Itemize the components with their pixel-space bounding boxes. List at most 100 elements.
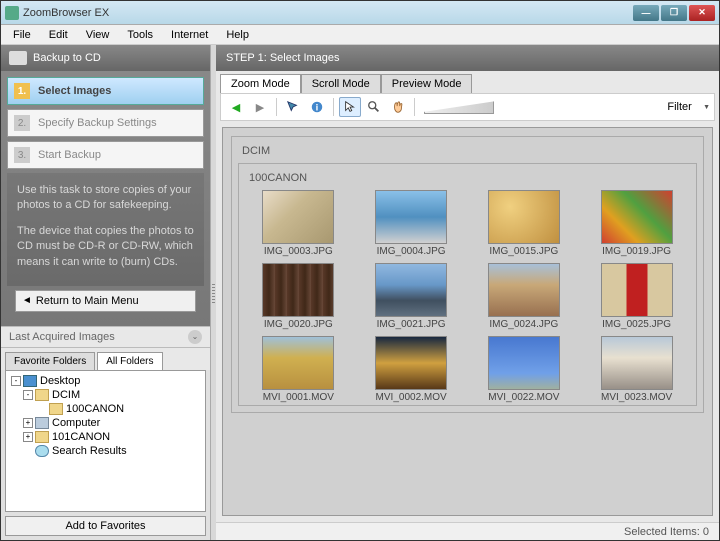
folder-tree[interactable]: -Desktop-DCIM100CANON+Computer+101CANONS… [5, 370, 206, 512]
thumbnail[interactable]: IMG_0004.JPG [358, 190, 465, 257]
menu-internet[interactable]: Internet [163, 27, 216, 43]
thumbnail[interactable]: IMG_0024.JPG [471, 263, 578, 330]
tree-item[interactable]: - DCIM [9, 388, 202, 402]
close-button[interactable]: ✕ [689, 5, 715, 21]
thumbnail[interactable]: IMG_0019.JPG [583, 190, 690, 257]
thumbnail[interactable]: MVI_0002.MOV [358, 336, 465, 403]
step-number: 2. [14, 115, 30, 131]
crumb-100canon[interactable]: 100CANON [245, 170, 690, 186]
thumbnail[interactable]: IMG_0020.JPG [245, 263, 352, 330]
thumbnail-filename: IMG_0021.JPG [377, 319, 446, 330]
hand-tool-button[interactable] [387, 97, 409, 117]
tab-zoom-mode[interactable]: Zoom Mode [220, 74, 301, 93]
separator [276, 98, 277, 116]
thumbnail-image [601, 190, 673, 244]
thumbnail-filename: IMG_0025.JPG [602, 319, 671, 330]
separator [414, 98, 415, 116]
thumbnail-image [375, 263, 447, 317]
step-button-2[interactable]: 2. Specify Backup Settings [7, 109, 204, 137]
breadcrumb: DCIM 100CANON IMG_0003.JPGIMG_0004.JPGIM… [231, 136, 704, 413]
zoom-slider[interactable] [424, 100, 494, 114]
view-tabs: Zoom Mode Scroll Mode Preview Mode [216, 71, 719, 93]
thumbnail-browser[interactable]: DCIM 100CANON IMG_0003.JPGIMG_0004.JPGIM… [222, 127, 713, 516]
tree-item[interactable]: Search Results [9, 444, 202, 458]
menu-view[interactable]: View [78, 27, 118, 43]
thumbnail-image [375, 190, 447, 244]
task-header: Backup to CD [1, 45, 210, 71]
folder-icon [23, 375, 37, 387]
filter-button[interactable]: Filter [667, 97, 689, 117]
return-arrow-icon: ◄ [22, 295, 32, 306]
menu-edit[interactable]: Edit [41, 27, 76, 43]
help-text: Use this task to store copies of your ph… [7, 173, 204, 286]
tree-toggle-icon[interactable]: + [23, 418, 33, 428]
thumbnail[interactable]: MVI_0023.MOV [583, 336, 690, 403]
tree-item[interactable]: +101CANON [9, 430, 202, 444]
window-title: ZoomBrowser EX [23, 7, 633, 19]
menu-tools[interactable]: Tools [119, 27, 161, 43]
tree-item[interactable]: - Desktop [9, 374, 202, 388]
select-tool-button[interactable] [282, 97, 304, 117]
tab-favorite-folders[interactable]: Favorite Folders [5, 352, 95, 370]
step-button-1[interactable]: 1.Select Images [7, 77, 204, 105]
folder-icon [49, 403, 63, 415]
thumbnail-filename: IMG_0019.JPG [602, 246, 671, 257]
folder-icon [35, 431, 49, 443]
step-number: 1. [14, 83, 30, 99]
thumbnail-image [601, 263, 673, 317]
last-acquired-header[interactable]: Last Acquired Images ⌄ [1, 326, 210, 348]
zoom-tool-button[interactable] [363, 97, 385, 117]
cd-icon [9, 51, 27, 65]
tab-preview-mode[interactable]: Preview Mode [381, 74, 473, 93]
help-para-2: The device that copies the photos to CD … [17, 224, 194, 270]
maximize-button[interactable]: ❐ [661, 5, 687, 21]
selected-count: Selected Items: 0 [624, 526, 709, 538]
minimize-button[interactable]: — [633, 5, 659, 21]
pointer-tool-button[interactable] [339, 97, 361, 117]
splitter-grip-icon [212, 283, 215, 303]
step-panel: 1.Select Images 2. Specify Backup Settings… [1, 71, 210, 326]
tree-item[interactable]: 100CANON [9, 402, 202, 416]
thumbnail[interactable]: IMG_0003.JPG [245, 190, 352, 257]
thumbnail-image [488, 190, 560, 244]
thumbnail[interactable]: MVI_0001.MOV [245, 336, 352, 403]
statusbar: Selected Items: 0 [216, 522, 719, 540]
tree-label: 101CANON [52, 431, 110, 443]
dropdown-arrow-icon[interactable]: ▼ [703, 104, 710, 111]
thumbnail[interactable]: MVI_0022.MOV [471, 336, 578, 403]
tree-label: Desktop [40, 375, 80, 387]
thumbnail-filename: IMG_0015.JPG [489, 246, 558, 257]
last-acquired-label: Last Acquired Images [9, 331, 115, 343]
add-to-favorites-button[interactable]: Add to Favorites [5, 516, 206, 536]
window-controls: — ❐ ✕ [633, 5, 715, 21]
step-label: Specify Backup Settings [38, 117, 157, 129]
thumbnail[interactable]: IMG_0021.JPG [358, 263, 465, 330]
tree-toggle-icon[interactable]: - [23, 390, 33, 400]
info-button[interactable]: i [306, 97, 328, 117]
thumbnail-filename: MVI_0001.MOV [263, 392, 334, 403]
tree-item[interactable]: +Computer [9, 416, 202, 430]
tree-label: DCIM [52, 389, 80, 401]
crumb-dcim[interactable]: DCIM [238, 143, 697, 159]
tab-all-folders[interactable]: All Folders [97, 352, 162, 370]
tree-toggle-icon[interactable]: - [11, 376, 21, 386]
titlebar[interactable]: ZoomBrowser EX — ❐ ✕ [1, 1, 719, 25]
tab-scroll-mode[interactable]: Scroll Mode [301, 74, 381, 93]
return-button[interactable]: ◄ Return to Main Menu [15, 290, 196, 312]
tree-toggle-icon[interactable]: + [23, 432, 33, 442]
nav-back-button[interactable]: ◀ [225, 97, 247, 117]
separator [333, 98, 334, 116]
svg-text:i: i [316, 103, 319, 114]
pointer-icon [343, 100, 357, 114]
crumb-inner: 100CANON IMG_0003.JPGIMG_0004.JPG IMG_001… [238, 163, 697, 406]
nav-forward-button[interactable]: ▶ [249, 97, 271, 117]
menu-file[interactable]: File [5, 27, 39, 43]
thumbnail[interactable]: IMG_0025.JPG [583, 263, 690, 330]
info-icon: i [310, 100, 324, 114]
thumbnail[interactable]: IMG_0015.JPG [471, 190, 578, 257]
menu-help[interactable]: Help [218, 27, 257, 43]
step-button-3[interactable]: 3.Start Backup [7, 141, 204, 169]
content-header: STEP 1: Select Images [216, 45, 719, 71]
app-icon [5, 6, 19, 20]
app-window: ZoomBrowser EX — ❐ ✕ File Edit View Tool… [0, 0, 720, 541]
